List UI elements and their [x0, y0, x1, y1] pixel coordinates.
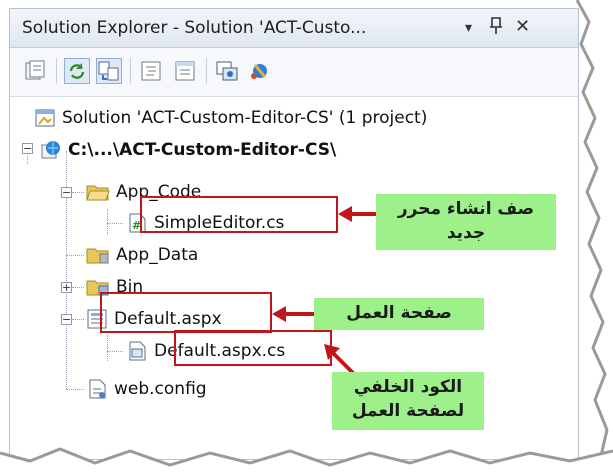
- close-icon[interactable]: ✕: [515, 16, 530, 37]
- callout-code-behind-line2: لصفحة العمل: [351, 401, 465, 421]
- csharp-file-icon: [129, 341, 146, 361]
- solution-tree: Solution 'ACT-Custom-Editor-CS' (1 proje…: [10, 97, 578, 459]
- expand-bin-toggle[interactable]: +: [61, 282, 72, 293]
- website-project-icon: [41, 141, 60, 159]
- highlight-default-aspx-cs: [174, 330, 332, 366]
- highlight-default-aspx: [100, 292, 272, 333]
- tree-item-app-data[interactable]: App_Data: [86, 240, 198, 270]
- collapse-default-aspx-toggle[interactable]: −: [61, 314, 72, 325]
- folder-open-icon: [86, 185, 110, 201]
- callout-work-page-text: صفحة العمل: [346, 303, 452, 323]
- pin-icon[interactable]: [488, 16, 504, 41]
- web-config-label: web.config: [114, 379, 207, 399]
- callout-new-editor-line2: جديد: [446, 223, 486, 243]
- collapse-app-code-toggle[interactable]: −: [61, 187, 72, 198]
- arrow-work-page: [272, 306, 318, 322]
- refresh-icon: [69, 63, 85, 79]
- tree-item-web-config[interactable]: web.config: [86, 374, 207, 404]
- folder-icon: [86, 248, 109, 264]
- view-code-button[interactable]: [138, 58, 164, 84]
- app-data-label: App_Data: [116, 245, 199, 265]
- project-label: C:\...\ACT-Custom-Editor-CS\: [68, 140, 337, 160]
- dropdown-icon[interactable]: ▾: [465, 20, 472, 36]
- callout-new-editor: صف انشاء محرر جديد: [376, 194, 556, 250]
- copy-website-icon: [216, 61, 238, 81]
- nest-related-files-button[interactable]: [96, 58, 122, 84]
- asp-net-configuration-icon: [251, 64, 267, 79]
- nest-related-files-icon: [98, 61, 119, 81]
- view-code-icon: [141, 61, 161, 81]
- callout-code-behind-line1: الكود الخلفي: [353, 377, 463, 397]
- window-title: Solution Explorer - Solution 'ACT-Custo.…: [22, 18, 367, 38]
- view-designer-button[interactable]: [172, 58, 198, 84]
- view-designer-icon: [175, 61, 195, 81]
- toolbar: [10, 48, 578, 97]
- highlight-simple-editor: [140, 196, 338, 233]
- callout-work-page: صفحة العمل: [314, 298, 484, 330]
- config-file-icon: [89, 379, 106, 399]
- torn-edge-right: [575, 0, 613, 473]
- solution-label: Solution 'ACT-Custom-Editor-CS' (1 proje…: [62, 108, 428, 128]
- callout-new-editor-line1: صف انشاء محرر: [397, 199, 535, 219]
- tree-item-solution[interactable]: Solution 'ACT-Custom-Editor-CS' (1 proje…: [34, 103, 427, 133]
- copy-website-button[interactable]: [214, 58, 240, 84]
- asp-net-configuration-button[interactable]: [246, 58, 272, 84]
- title-bar: Solution Explorer - Solution 'ACT-Custo.…: [10, 9, 578, 48]
- solution-icon: [35, 109, 55, 127]
- callout-code-behind: الكود الخلفي لصفحة العمل: [332, 372, 484, 430]
- torn-edge-bottom: [0, 447, 613, 473]
- properties-button[interactable]: [22, 58, 48, 84]
- tree-item-project[interactable]: C:\...\ACT-Custom-Editor-CS\: [40, 135, 336, 165]
- properties-icon: [25, 60, 45, 80]
- refresh-button[interactable]: [64, 58, 90, 84]
- collapse-project-toggle[interactable]: −: [22, 143, 33, 154]
